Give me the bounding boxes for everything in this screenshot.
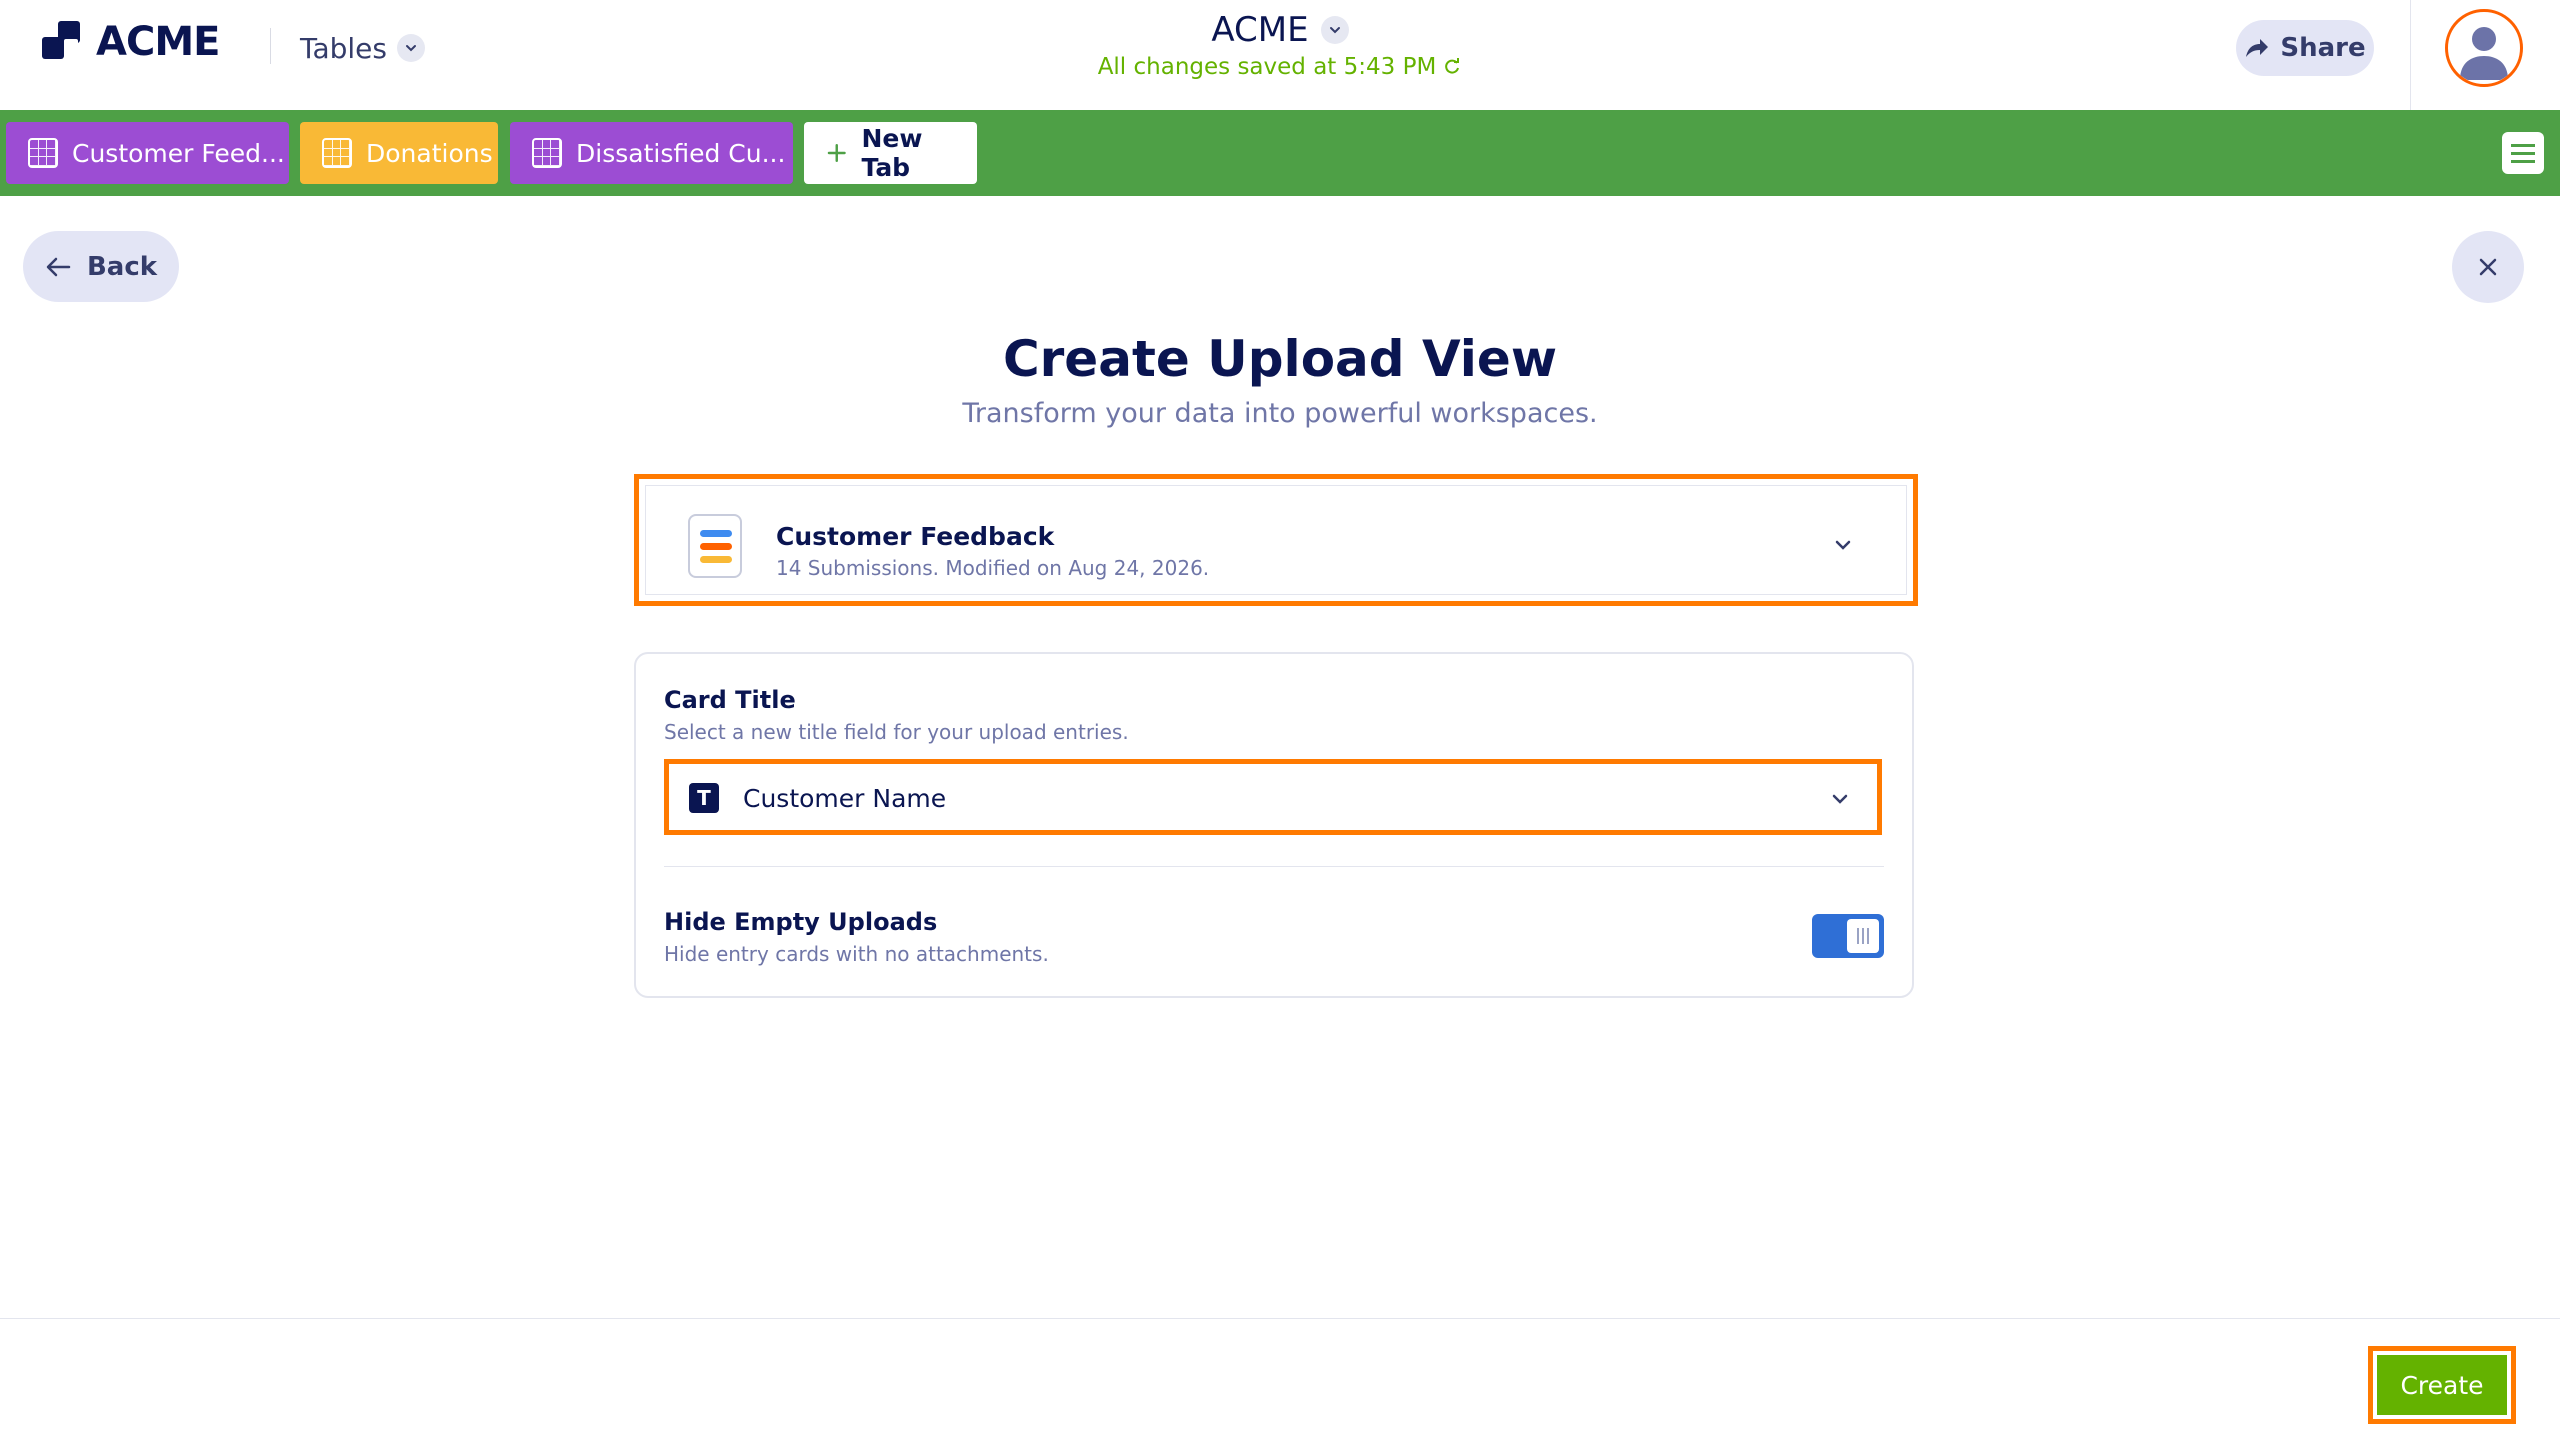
table-grid-icon (28, 138, 58, 168)
settings-card: Card Title Select a new title field for … (634, 652, 1914, 998)
chevron-down-icon (397, 34, 425, 62)
table-grid-icon (532, 138, 562, 168)
product-menu-label: Tables (300, 31, 387, 65)
header-divider (270, 28, 271, 64)
toggle-knob (1847, 919, 1879, 953)
close-icon (2479, 258, 2497, 276)
hide-empty-description: Hide entry cards with no attachments. (664, 942, 1049, 966)
user-avatar[interactable] (2445, 9, 2523, 87)
tab-label: Dissatisfied Cu... (576, 138, 786, 168)
app-title[interactable]: ACME (1211, 10, 1349, 50)
arrow-left-icon (46, 257, 71, 276)
source-table-meta: 14 Submissions. Modified on Aug 24, 2026… (776, 556, 1210, 580)
tab-bar: Customer Feed... Donations Dissatisfied … (0, 110, 2560, 196)
hamburger-menu-icon[interactable] (2502, 132, 2544, 174)
close-button[interactable] (2452, 231, 2524, 303)
create-label: Create (2377, 1355, 2507, 1415)
new-tab-button[interactable]: New Tab (804, 122, 977, 184)
text-field-icon: T (689, 783, 719, 813)
new-tab-label: New Tab (861, 124, 923, 182)
app-header: ACME Tables ACME All changes saved at 5:… (0, 0, 2560, 110)
chevron-down-icon (1832, 794, 1848, 804)
tab-label: Customer Feed... (72, 138, 285, 168)
card-title-description: Select a new title field for your upload… (664, 720, 1129, 744)
footer-divider (0, 1318, 2560, 1319)
acme-logo-mark-icon (42, 19, 88, 65)
tab-donations[interactable]: Donations (300, 122, 498, 184)
page-subtitle: Transform your data into powerful worksp… (962, 398, 1598, 429)
tab-customer-feedback[interactable]: Customer Feed... (6, 122, 289, 184)
table-document-icon (688, 514, 742, 578)
share-label: Share (2280, 33, 2366, 63)
source-table-select[interactable]: Customer Feedback 14 Submissions. Modifi… (634, 474, 1918, 606)
header-separator (2410, 0, 2411, 110)
table-grid-icon (322, 138, 352, 168)
title-field-value: Customer Name (743, 784, 947, 813)
back-label: Back (86, 251, 158, 282)
source-table-name: Customer Feedback (776, 522, 1055, 551)
refresh-icon (1445, 58, 1460, 74)
product-menu[interactable]: Tables (300, 28, 425, 68)
logo-text: ACME (96, 19, 220, 65)
back-button[interactable]: Back (23, 231, 179, 302)
card-divider (664, 866, 1884, 867)
hide-empty-heading: Hide Empty Uploads (664, 908, 938, 936)
source-table-select-inner: Customer Feedback 14 Submissions. Modifi… (645, 485, 1907, 595)
save-status-text: All changes saved at 5:43 PM (1097, 54, 1437, 80)
plus-icon (827, 143, 846, 163)
app-title-text: ACME (1211, 10, 1309, 50)
save-status: All changes saved at 5:43 PM (1000, 54, 1560, 80)
tab-dissatisfied-customers[interactable]: Dissatisfied Cu... (510, 122, 793, 184)
page-title: Create Upload View (1002, 330, 1558, 388)
create-button[interactable]: Create (2368, 1346, 2516, 1424)
chevron-down-icon (1320, 16, 1349, 44)
app-title-area: ACME All changes saved at 5:43 PM (1000, 10, 1560, 80)
card-title-heading: Card Title (664, 686, 796, 714)
title-field-select[interactable]: T Customer Name (664, 759, 1882, 835)
hide-empty-toggle[interactable] (1812, 914, 1884, 958)
share-arrow-icon (2246, 39, 2269, 57)
tab-label: Donations (366, 138, 493, 168)
share-button[interactable]: Share (2236, 20, 2374, 76)
acme-logo[interactable]: ACME (42, 18, 220, 66)
user-icon (2460, 27, 2508, 80)
chevron-down-icon (1835, 540, 1851, 550)
